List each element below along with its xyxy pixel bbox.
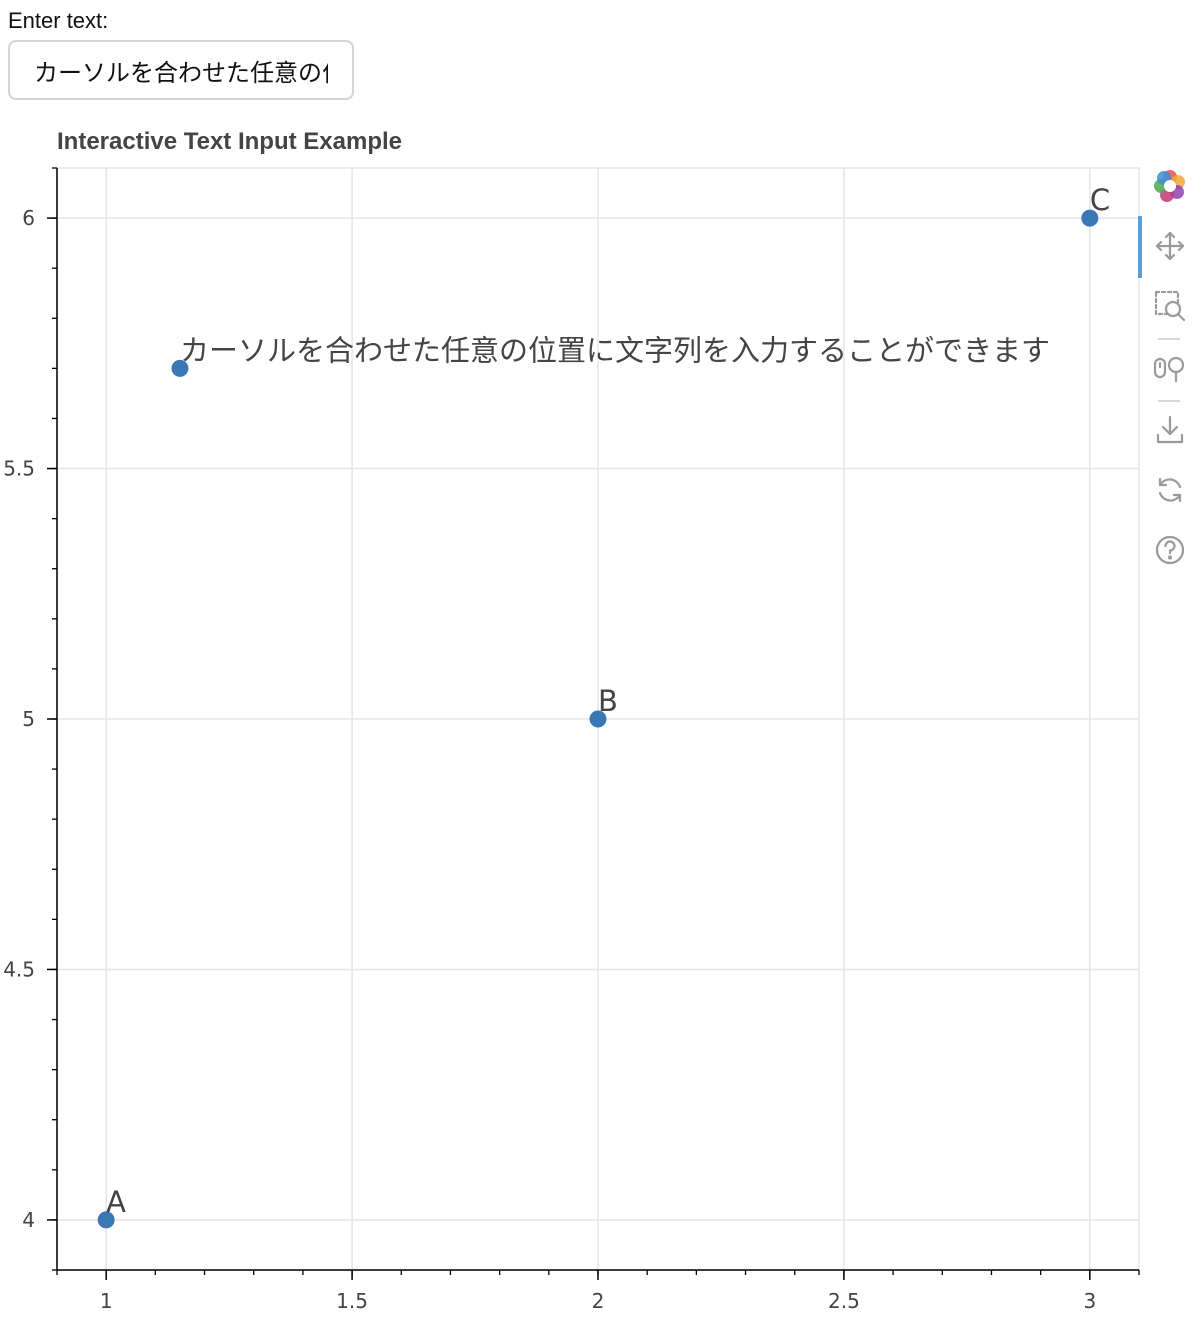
point-label: B <box>598 684 618 718</box>
point-label: カーソルを合わせた任意の位置に文字列を入力することができます <box>180 333 1050 367</box>
active-tool-indicator <box>1138 216 1142 278</box>
x-tick-label: 1.5 <box>336 1289 368 1313</box>
box-zoom-tool-icon[interactable] <box>1150 286 1190 326</box>
y-tick-label: 5.5 <box>3 457 35 481</box>
pan-tool-icon[interactable] <box>1150 226 1190 266</box>
point-label: C <box>1090 183 1110 217</box>
y-tick-label: 4.5 <box>3 957 35 981</box>
y-tick-label: 4 <box>22 1208 35 1232</box>
text-input-label: Enter text: <box>8 8 109 33</box>
reset-tool-icon[interactable] <box>1150 470 1190 510</box>
x-tick-label: 2.5 <box>828 1289 860 1313</box>
plot-toolbar <box>1138 160 1204 580</box>
plot-title: Interactive Text Input Example <box>57 128 402 155</box>
toolbar-separator <box>1158 400 1180 402</box>
wheel-zoom-tool-icon[interactable] <box>1150 348 1190 388</box>
save-tool-icon[interactable] <box>1150 410 1190 450</box>
x-tick-label: 3 <box>1083 1289 1096 1313</box>
point-label: A <box>106 1185 126 1219</box>
text-input[interactable] <box>8 40 354 100</box>
y-tick-label: 6 <box>22 206 35 230</box>
x-tick-label: 2 <box>592 1289 605 1313</box>
y-tick-label: 5 <box>22 707 35 731</box>
scatter-plot[interactable]: 1 1.5 2 2.5 3 4 4.5 5 5.5 6 A B C カーソルを合わせた任意の位置に文字列を… <box>0 160 1140 1322</box>
toolbar-separator <box>1158 338 1180 340</box>
help-tool-icon[interactable] <box>1150 530 1190 570</box>
bokeh-logo-icon[interactable] <box>1150 166 1190 206</box>
x-tick-label: 1 <box>100 1289 113 1313</box>
